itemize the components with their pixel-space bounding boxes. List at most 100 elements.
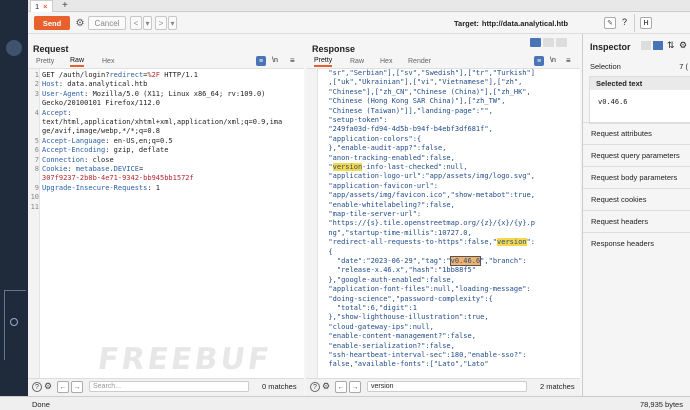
request-line-text: GET /auth/login?redirect=%2F HTTP/1.1 <box>42 71 198 79</box>
menu-icon[interactable]: ≡ <box>290 56 295 65</box>
response-line: "date":"2023-06-29","tag":"v0.46.6","bra… <box>306 256 580 266</box>
back-menu-button[interactable]: ▾ <box>143 16 152 30</box>
response-line: false,"available-fonts":["Lato","Lato" <box>306 360 580 369</box>
response-tab-render[interactable]: Render <box>408 56 431 67</box>
response-line-text: "sr","Serbian"],["sv","Swedish"],["tr","… <box>320 69 535 77</box>
response-line: "ssh-heartbeat-interval-sec":180,"enable… <box>306 351 580 360</box>
response-line: "version-info-last-checked":null, <box>306 163 580 172</box>
layout-single-icon[interactable] <box>556 38 567 47</box>
cancel-button[interactable]: Cancel <box>88 16 126 30</box>
close-icon[interactable]: × <box>43 2 47 11</box>
request-line-text: Connection: close <box>42 155 114 164</box>
request-line: text/html,application/xhtml+xml,applicat… <box>28 118 304 127</box>
response-tab-pretty[interactable]: Pretty <box>314 56 333 67</box>
newline-toggle-icon[interactable]: \n <box>272 57 278 64</box>
inspector-detail-icon[interactable] <box>653 41 663 50</box>
response-line: },"enable-audit-app?":false, <box>306 144 580 153</box>
layout-split-icon[interactable] <box>530 38 541 47</box>
inspector-settings-icon[interactable]: ⚙ <box>679 40 687 51</box>
inspector-section[interactable]: Request query parameters <box>583 144 690 166</box>
search-prev-button[interactable]: ← <box>57 381 69 393</box>
response-menu-icon[interactable]: ≡ <box>566 56 571 65</box>
request-tab-raw[interactable]: Raw <box>70 56 85 67</box>
response-settings-icon[interactable]: ⚙ <box>322 381 330 392</box>
line-number: 2 <box>34 80 39 89</box>
response-search-value: version <box>371 383 394 390</box>
response-line-text: "Chinese"],["zh_CN","Chinese (China)"],[… <box>320 87 531 96</box>
response-line: "app/assets/img/favicon.ico","show-metab… <box>306 191 580 200</box>
response-line: "anon-tracking-enabled":false, <box>306 154 580 163</box>
settings-icon[interactable]: ⚙ <box>44 381 52 392</box>
response-actions-icon[interactable]: ≡ <box>534 56 544 66</box>
line-number: 10 <box>30 193 39 202</box>
http-settings-icon[interactable]: H <box>640 17 652 29</box>
response-line-text: "app/assets/img/favicon.ico","show-metab… <box>320 191 535 200</box>
inspector-section[interactable]: Request attributes <box>583 122 690 144</box>
inspector-layout-toggle[interactable] <box>641 41 663 50</box>
search-next-button[interactable]: → <box>71 381 83 393</box>
response-search-input[interactable]: version <box>367 381 527 392</box>
request-line-text: Accept-Language: en-US,en;q=0.5 <box>42 136 173 145</box>
response-newline-icon[interactable]: \n <box>550 57 556 64</box>
response-search-next-button[interactable]: → <box>349 381 361 393</box>
gear-icon[interactable]: ⚙ <box>74 16 86 30</box>
response-search-prev-button[interactable]: ← <box>335 381 347 393</box>
response-tab-raw[interactable]: Raw <box>350 56 364 67</box>
response-line: "application-favicon-url": <box>306 182 580 191</box>
help-icon[interactable]: ? <box>622 17 627 27</box>
add-tab-button[interactable]: + <box>62 0 68 11</box>
actions-icon[interactable]: ≡ <box>256 56 266 66</box>
request-editor[interactable]: 1 GET /auth/login?redirect=%2F HTTP/1.1 2 H… <box>28 68 304 378</box>
response-viewer[interactable]: "sr","Serbian"],["sv","Swedish"],["tr","… <box>306 68 580 378</box>
response-line-text: "application-favicon-url": <box>320 181 439 190</box>
back-button[interactable]: < <box>130 16 142 30</box>
layout-horizontal-icon[interactable] <box>543 38 554 47</box>
request-title: Request <box>33 44 69 54</box>
layout-toggle[interactable] <box>530 38 567 47</box>
response-line-text: "enable-content-management?":false, <box>320 332 476 341</box>
response-line: "enable-whitelabeling?":false, <box>306 201 580 210</box>
request-line-text: Upgrade-Insecure-Requests: 1 <box>42 183 161 192</box>
response-line-text: },"google-auth-enabled":false, <box>320 275 455 284</box>
inspector-list-icon[interactable] <box>641 41 651 50</box>
edit-target-icon[interactable]: ✎ <box>604 17 616 29</box>
repeater-tab[interactable]: 1 × <box>30 0 53 12</box>
request-search-input[interactable]: Search... <box>89 381 249 392</box>
help-icon[interactable]: ? <box>32 382 42 392</box>
request-line: 11 <box>28 203 304 212</box>
request-match-count: 0 matches <box>262 382 297 391</box>
status-text: Done <box>32 400 50 409</box>
request-tab-pretty[interactable]: Pretty <box>36 56 54 67</box>
request-line: Gecko/20100101 Firefox/112.0 <box>28 99 304 108</box>
inspector-section[interactable]: Response headers <box>583 232 690 254</box>
target-display: Target: http://data.analytical.htb <box>454 16 568 30</box>
request-line: ge/avif,image/webp,*/*;q=0.8 <box>28 127 304 136</box>
inspector-section[interactable]: Request headers <box>583 210 690 232</box>
response-line: },"show-lighthouse-illustration":true, <box>306 313 580 322</box>
forward-button[interactable]: > <box>155 16 167 30</box>
request-line: 8 Cookie: metabase.DEVICE= <box>28 165 304 174</box>
response-title: Response <box>312 44 356 54</box>
forward-menu-button[interactable]: ▾ <box>168 16 177 30</box>
inspector-section[interactable]: Request body parameters <box>583 166 690 188</box>
response-line-text: "ssh-heartbeat-interval-sec":180,"enable… <box>320 351 527 359</box>
repeater-tab-bar <box>28 0 690 12</box>
request-line-text: Accept: <box>42 108 72 117</box>
response-line: "application-font-files":null,"loading-m… <box>306 285 580 294</box>
selected-text-value: v0.46.6 <box>598 98 628 106</box>
response-line: "total":6,"digit":1 <box>306 304 580 313</box>
inspector-sort-icon[interactable]: ⇅ <box>667 40 675 51</box>
request-tab-hex[interactable]: Hex <box>102 56 114 67</box>
response-match-count: 2 matches <box>540 382 575 391</box>
selection-row[interactable]: Selection 7 ( <box>590 62 690 71</box>
mascot-icon <box>6 40 22 56</box>
inspector-section[interactable]: Request cookies <box>583 188 690 210</box>
response-help-icon[interactable]: ? <box>310 382 320 392</box>
request-line-text: ge/avif,image/webp,*/*;q=0.8 <box>42 127 161 136</box>
target-url: http://data.analytical.htb <box>481 18 569 28</box>
response-line: "enable-serialization?":false, <box>306 342 580 351</box>
response-line-text: "date":"2023-06-29","tag":"v0.46.6","bra… <box>320 256 527 266</box>
divider <box>634 14 635 32</box>
send-button[interactable]: Send <box>34 16 70 30</box>
response-tab-hex[interactable]: Hex <box>380 56 392 67</box>
